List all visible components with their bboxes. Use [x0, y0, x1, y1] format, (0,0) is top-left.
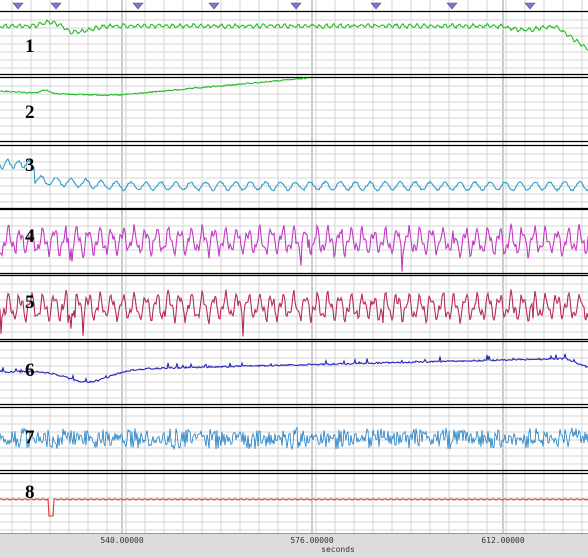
time-axis-unit: seconds	[321, 545, 355, 554]
event-marker	[290, 2, 302, 10]
trace-viewer[interactable]: 1 2 3 4 5 6 7 8 540.00000 576.00000 612.…	[0, 0, 588, 557]
channel-label-3: 3	[25, 155, 35, 176]
event-marker	[50, 2, 62, 10]
channel-label-7: 7	[25, 427, 35, 448]
time-axis[interactable]: 540.00000 576.00000 612.00000 seconds	[0, 533, 588, 557]
channel-label-5: 5	[25, 292, 35, 313]
channel-label-6: 6	[25, 360, 35, 381]
channel-label-4: 4	[25, 226, 35, 247]
time-tick-label: 612.00000	[481, 536, 525, 545]
channel-label-1: 1	[25, 36, 35, 57]
time-tick-label: 540.00000	[100, 536, 144, 545]
trace-line-2	[0, 77, 309, 97]
channel-label-8: 8	[25, 482, 35, 503]
event-marker	[524, 2, 536, 10]
event-marker	[12, 2, 24, 10]
channel-label-2: 2	[25, 102, 35, 123]
time-tick-label: 576.00000	[290, 536, 334, 545]
event-marker	[208, 2, 220, 10]
trace-canvas[interactable]	[0, 0, 588, 533]
event-marker	[132, 2, 144, 10]
